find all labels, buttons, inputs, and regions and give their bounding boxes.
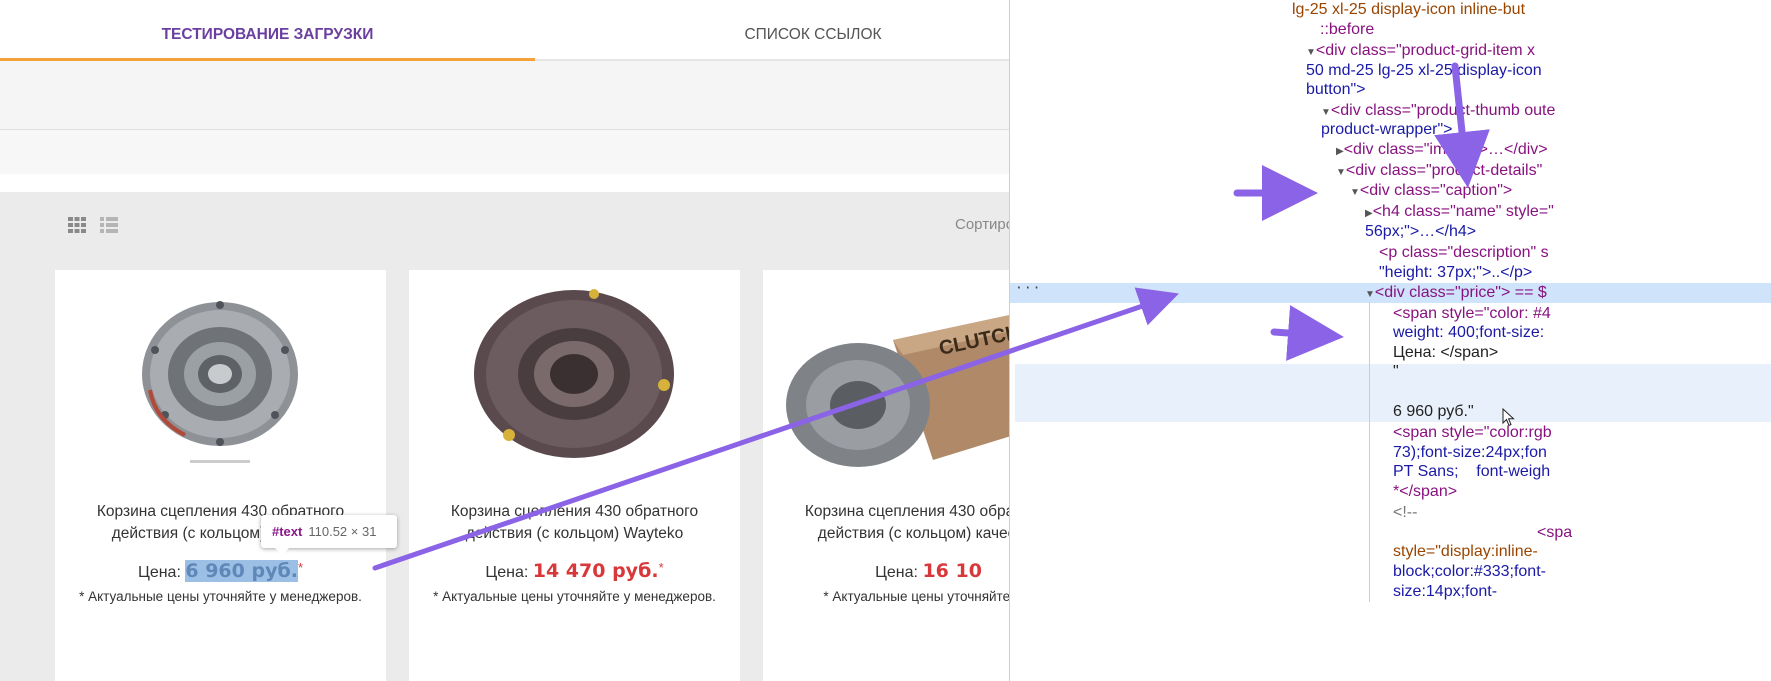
tab-links-list[interactable]: СПИСОК ССЫЛОК <box>535 0 1009 62</box>
expand-triangle-icon: ▼ <box>1336 167 1346 178</box>
code-line[interactable]: "height: 37px;">..</p> <box>1379 263 1532 283</box>
price-row: Цена: 14 470 руб.* <box>409 560 740 582</box>
price-asterisk: * <box>297 560 304 575</box>
product-image[interactable] <box>409 270 740 480</box>
product-card[interactable]: Корзина сцепления 430 обратного действия… <box>55 270 386 681</box>
code-line[interactable]: product-wrapper"> <box>1321 120 1453 140</box>
code-line[interactable]: <p class="description" s <box>1379 243 1549 263</box>
indent-guide <box>1369 302 1370 602</box>
code-line[interactable]: ::before <box>1320 20 1374 40</box>
code-line[interactable]: 50 md-25 lg-25 xl-25 display-icon <box>1306 61 1542 81</box>
text-node-line[interactable]: 6 960 руб." <box>1393 402 1474 422</box>
expand-triangle-icon: ▼ <box>1321 107 1331 118</box>
filter-band <box>0 61 1009 130</box>
price-note: * Актуальные цены уточняйте у менеджеров… <box>79 589 362 604</box>
code-line[interactable]: size:14px;font- <box>1393 582 1497 602</box>
secondary-band <box>0 130 1009 174</box>
tooltip-pointer <box>275 548 289 555</box>
code-line[interactable]: ▶<h4 class="name" style=" <box>1365 202 1554 222</box>
code-line[interactable]: style="display:inline- <box>1393 542 1538 562</box>
code-line[interactable]: ▼<div class="product-details" <box>1336 161 1542 181</box>
grid-view-icon[interactable] <box>67 215 87 235</box>
code-line[interactable]: lg-25 xl-25 display-icon inline-but <box>1292 0 1525 20</box>
code-line[interactable]: " <box>1393 362 1399 382</box>
code-line[interactable]: <span style="color: #4 <box>1393 304 1551 324</box>
code-line[interactable]: 56px;">…</h4> <box>1365 222 1476 242</box>
tooltip-dimensions: 110.52 × 31 <box>308 524 377 539</box>
code-line[interactable]: <!-- <box>1393 503 1417 523</box>
product-name[interactable]: Корзина сцепления 430 обратного действия… <box>773 501 1009 545</box>
code-line[interactable]: ▶<div class="image">…</div> <box>1336 140 1548 160</box>
code-line[interactable]: weight: 400;font-size: <box>1393 323 1544 343</box>
list-view-icon[interactable] <box>99 215 119 235</box>
price-value: 14 470 руб. <box>532 560 659 582</box>
code-line[interactable]: ▼<div class="product-grid-item x <box>1306 41 1535 61</box>
price-label: Цена: <box>875 564 918 581</box>
code-line[interactable]: *</span> <box>1393 482 1457 502</box>
tooltip-node-type: #text <box>272 524 303 539</box>
collapse-triangle-icon: ▶ <box>1365 208 1373 219</box>
code-line[interactable]: <spa <box>1537 523 1572 543</box>
expand-triangle-icon: ▼ <box>1306 47 1316 58</box>
code-line[interactable]: Цена: </span> <box>1393 343 1498 363</box>
more-options-icon[interactable]: ··· <box>1015 281 1041 296</box>
mouse-cursor-icon <box>1502 407 1516 433</box>
price-label: Цена: <box>137 564 181 581</box>
code-line[interactable]: ▼<div class="product-thumb oute <box>1321 101 1555 121</box>
expand-triangle-icon: ▼ <box>1365 289 1375 300</box>
price-row: Цена: 16 10 <box>763 560 1009 582</box>
code-line[interactable]: 73);font-size:24px;fon <box>1393 443 1547 463</box>
price-row: Цена: 6 960 руб.* <box>55 560 386 582</box>
collapse-triangle-icon: ▶ <box>1336 146 1344 157</box>
code-line[interactable]: ▼<div class="caption"> <box>1350 181 1512 201</box>
price-value: 16 10 <box>922 560 982 582</box>
code-line[interactable]: <span style="color:rgb <box>1393 423 1552 443</box>
expand-triangle-icon: ▼ <box>1350 187 1360 198</box>
website-viewport: ТЕСТИРОВАНИЕ ЗАГРУЗКИ СПИСОК ССЫЛОК Сорт… <box>0 0 1009 681</box>
tab-load-testing[interactable]: ТЕСТИРОВАНИЕ ЗАГРУЗКИ <box>0 0 535 62</box>
price-label: Цена: <box>485 564 529 581</box>
price-note: * Актуальные цены уточняйте у м <box>823 589 1009 604</box>
inspect-tooltip: #text 110.52 × 31 <box>261 515 397 555</box>
product-card[interactable]: CLUTCH Корзина сцепления 430 обратного д… <box>763 270 1009 681</box>
product-image[interactable]: CLUTCH <box>763 270 1009 480</box>
code-line-selected[interactable]: ▼<div class="price"> == $ <box>1365 283 1547 303</box>
product-name[interactable]: Корзина сцепления 430 обратного действия… <box>419 501 730 545</box>
sort-label: Сортировка <box>955 216 1009 233</box>
code-line[interactable]: button"> <box>1306 80 1366 100</box>
tabs-bar: ТЕСТИРОВАНИЕ ЗАГРУЗКИ СПИСОК ССЫЛОК <box>0 0 1009 62</box>
product-image[interactable] <box>55 270 386 480</box>
price-note: * Актуальные цены уточняйте у менеджеров… <box>433 589 716 604</box>
view-toggle <box>67 215 127 240</box>
code-line[interactable]: block;color:#333;font- <box>1393 562 1546 582</box>
product-card[interactable]: Корзина сцепления 430 обратного действия… <box>409 270 740 681</box>
price-value-selected: 6 960 руб. <box>185 560 298 582</box>
code-line[interactable]: PT Sans; font-weigh <box>1393 462 1550 482</box>
price-asterisk: * <box>658 560 664 575</box>
